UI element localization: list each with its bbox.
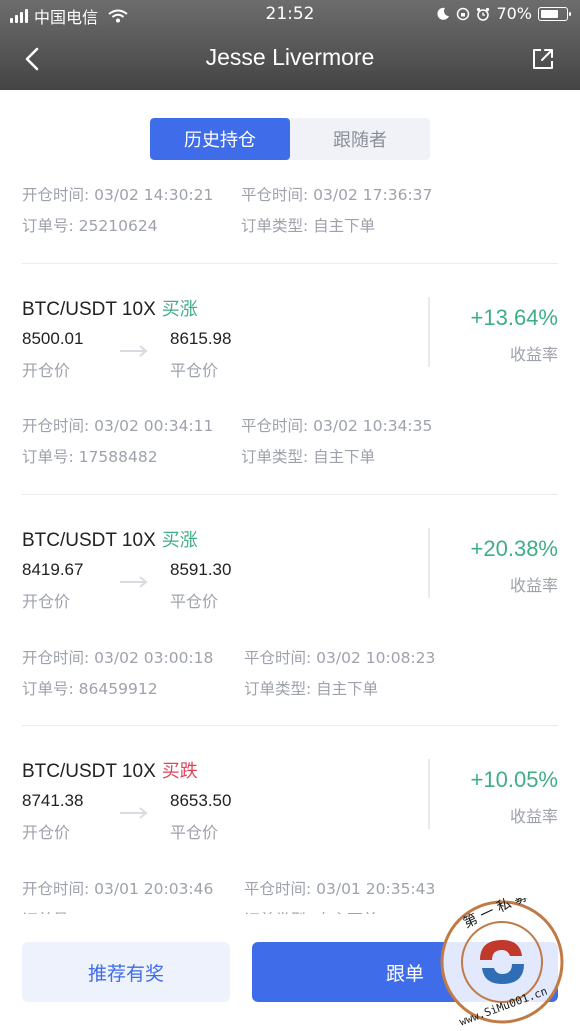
open-time: 开仓时间: 03/01 20:03:46	[22, 879, 214, 898]
position-card[interactable]: BTC/USDT 10X 买跌 8741.38 开仓价 8653.50 平仓价 +…	[22, 757, 558, 857]
close-price: 8615.98	[170, 329, 232, 348]
trading-pair: BTC/USDT 10X 买涨	[22, 530, 198, 551]
app-header: 中国电信 21:52 70% Jesse Livermore	[0, 0, 580, 90]
nav-bar: Jesse Livermore	[0, 30, 580, 90]
divider	[22, 494, 558, 495]
battery-icon	[538, 6, 571, 21]
refer-reward-button[interactable]: 推荐有奖	[22, 942, 230, 1002]
open-price: 8741.38	[22, 791, 84, 810]
yield-value: +20.38%	[470, 536, 558, 561]
close-price-label: 平仓价	[170, 592, 219, 611]
order-meta: 开仓时间: 03/02 00:34:11 平仓时间: 03/02 10:34:3…	[22, 409, 562, 471]
alarm-icon	[477, 7, 490, 21]
rotation-lock-icon	[457, 7, 470, 20]
separator	[428, 297, 430, 367]
status-bar: 中国电信 21:52 70%	[0, 0, 580, 30]
arrow-right-icon	[120, 345, 148, 357]
separator	[428, 528, 430, 598]
close-price-label: 平仓价	[170, 361, 219, 380]
tab-followers[interactable]: 跟随者	[290, 118, 430, 160]
separator	[428, 759, 430, 829]
open-time: 开仓时间: 03/02 03:00:18	[22, 648, 214, 667]
order-type: 订单类型: 自主下单	[241, 216, 376, 235]
arrow-right-icon	[120, 576, 148, 588]
open-price-label: 开仓价	[22, 592, 71, 611]
arrow-right-icon	[120, 807, 148, 819]
tab-bar: 历史持仓 跟随者	[150, 118, 430, 160]
open-price-label: 开仓价	[22, 823, 71, 842]
yield-label: 收益率	[509, 576, 558, 595]
battery-percent: 70%	[496, 4, 532, 23]
close-price-label: 平仓价	[170, 823, 219, 842]
page-title: Jesse Livermore	[205, 44, 375, 70]
share-icon[interactable]	[530, 46, 556, 72]
direction-badge: 买涨	[161, 299, 198, 319]
close-time: 平仓时间: 03/02 17:36:37	[241, 185, 433, 204]
order-number: 订单号: 86459912	[22, 679, 158, 698]
yield-label: 收益率	[509, 807, 558, 826]
order-number: 订单号: 17588482	[22, 447, 158, 466]
watermark-logo: 第 一 私 募 www.SiMu001.cn	[440, 898, 564, 1026]
order-type: 订单类型: 自主下单	[241, 447, 376, 466]
close-price: 8591.30	[170, 560, 232, 579]
tab-position-history[interactable]: 历史持仓	[150, 118, 290, 160]
moon-icon	[437, 7, 450, 20]
close-time: 平仓时间: 03/02 10:34:35	[241, 416, 433, 435]
yield-value: +13.64%	[470, 305, 558, 330]
trading-pair: BTC/USDT 10X 买跌	[22, 761, 198, 782]
open-price-label: 开仓价	[22, 361, 71, 380]
order-type: 订单类型: 自主下单	[244, 679, 379, 698]
close-price: 8653.50	[170, 791, 232, 810]
open-price: 8419.67	[22, 560, 84, 579]
order-meta: 开仓时间: 03/02 03:00:18 平仓时间: 03/02 10:08:2…	[22, 641, 562, 703]
direction-badge: 买跌	[161, 761, 198, 781]
position-card[interactable]: BTC/USDT 10X 买涨 8419.67 开仓价 8591.30 平仓价 +…	[22, 526, 558, 626]
order-meta: 开仓时间: 03/02 14:30:21 平仓时间: 03/02 17:36:3…	[22, 178, 562, 240]
open-time: 开仓时间: 03/02 00:34:11	[22, 416, 214, 435]
divider	[22, 263, 558, 264]
close-time: 平仓时间: 03/02 10:08:23	[244, 648, 436, 667]
open-price: 8500.01	[22, 329, 84, 348]
close-time: 平仓时间: 03/01 20:35:43	[244, 879, 436, 898]
direction-badge: 买涨	[161, 530, 198, 550]
position-card[interactable]: BTC/USDT 10X 买涨 8500.01 开仓价 8615.98 平仓价 +…	[22, 295, 558, 395]
yield-label: 收益率	[509, 345, 558, 364]
divider	[22, 725, 558, 726]
open-time: 开仓时间: 03/02 14:30:21	[22, 185, 214, 204]
trading-pair: BTC/USDT 10X 买涨	[22, 299, 198, 320]
order-number: 订单号: 25210624	[22, 216, 158, 235]
yield-value: +10.05%	[470, 767, 558, 792]
